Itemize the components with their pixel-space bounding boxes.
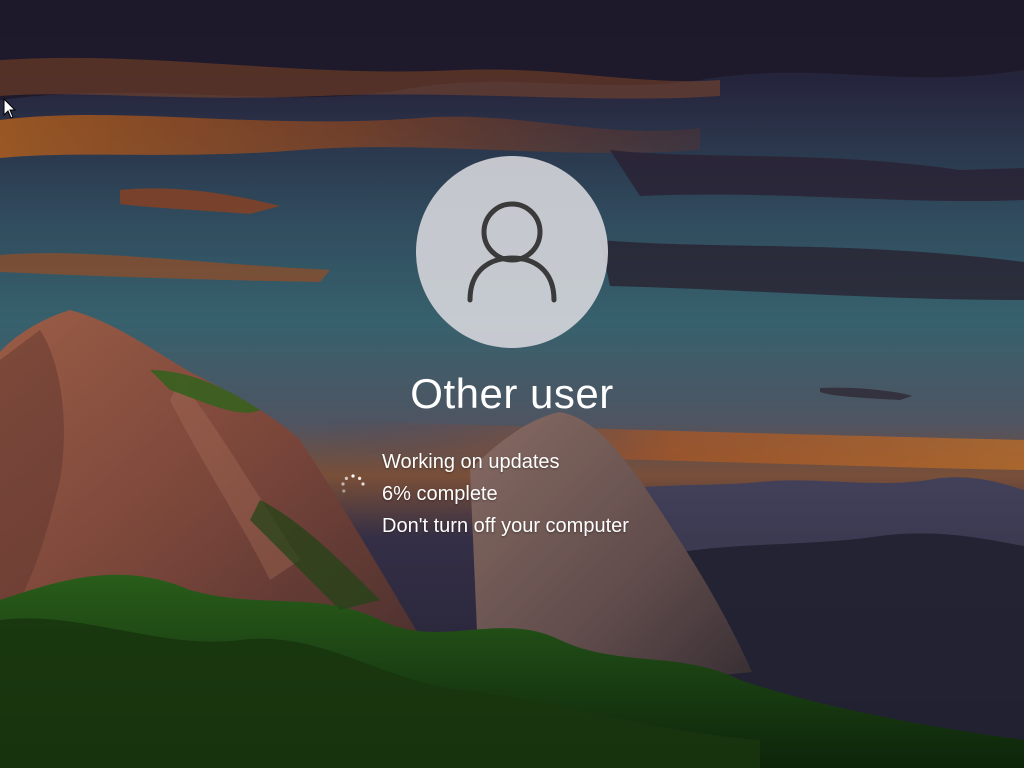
update-warning: Don't turn off your computer xyxy=(382,515,629,537)
update-status: Working on updates 6% complete Don't tur… xyxy=(382,446,629,542)
mouse-cursor-icon xyxy=(3,98,17,119)
loading-spinner-icon xyxy=(341,474,365,493)
update-title: Working on updates xyxy=(382,451,560,473)
user-name: Other user xyxy=(410,370,614,417)
user-silhouette-icon xyxy=(467,201,557,303)
update-progress-text: 6% complete xyxy=(382,483,498,505)
user-avatar xyxy=(416,156,608,348)
